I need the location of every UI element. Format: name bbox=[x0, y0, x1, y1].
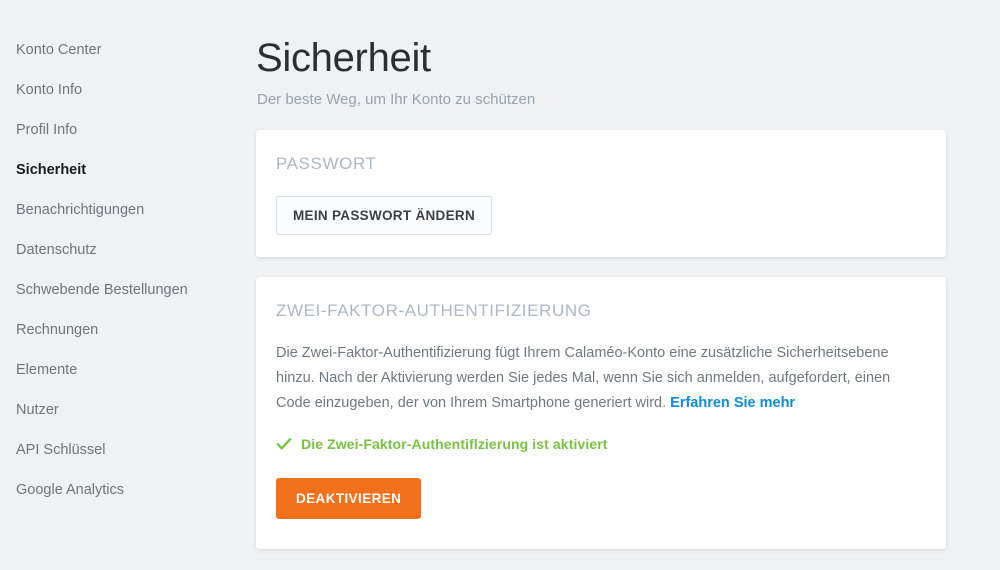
twofa-status-text: Die Zwei-Faktor-Authentiflzierung ist ak… bbox=[301, 436, 608, 452]
sidebar-item-google-analytics[interactable]: Google Analytics bbox=[0, 470, 245, 510]
sidebar-item-profil-info[interactable]: Profil Info bbox=[0, 110, 245, 150]
security-settings-page: Konto Center Konto Info Profil Info Sich… bbox=[0, 0, 1000, 570]
twofa-description-text: Die Zwei-Faktor-Authentifizierung fügt I… bbox=[276, 345, 891, 411]
sidebar-item-api-schluessel[interactable]: API Schlüssel bbox=[0, 430, 245, 470]
learn-more-link[interactable]: Erfahren Sie mehr bbox=[670, 395, 795, 411]
sidebar-item-benachrichtigungen[interactable]: Benachrichtigungen bbox=[0, 190, 245, 230]
page-subtitle: Der beste Weg, um Ihr Konto zu schützen bbox=[257, 91, 536, 108]
sidebar-item-rechnungen[interactable]: Rechnungen bbox=[0, 310, 245, 350]
sidebar-item-elemente[interactable]: Elemente bbox=[0, 350, 245, 390]
sidebar-item-sicherheit[interactable]: Sicherheit bbox=[0, 150, 245, 190]
main-content: Sicherheit Der beste Weg, um Ihr Konto z… bbox=[245, 0, 1000, 570]
sidebar-item-datenschutz[interactable]: Datenschutz bbox=[0, 230, 245, 270]
deactivate-twofa-button[interactable]: DEAKTIVIEREN bbox=[276, 478, 422, 519]
password-card-heading: PASSWORT bbox=[276, 154, 377, 173]
sidebar-item-schwebende-bestellungen[interactable]: Schwebende Bestellungen bbox=[0, 270, 245, 310]
twofa-description: Die Zwei-Faktor-Authentifizierung fügt I… bbox=[276, 341, 906, 416]
sidebar-item-konto-info[interactable]: Konto Info bbox=[0, 70, 245, 110]
password-card: PASSWORT MEIN PASSWORT ÄNDERN bbox=[256, 130, 946, 257]
sidebar-navigation: Konto Center Konto Info Profil Info Sich… bbox=[0, 0, 245, 570]
sidebar-item-konto-center[interactable]: Konto Center bbox=[0, 30, 245, 70]
twofa-card-heading: ZWEI-FAKTOR-AUTHENTIFIZIERUNG bbox=[276, 301, 592, 320]
twofa-status-row: Die Zwei-Faktor-Authentiflzierung ist ak… bbox=[276, 436, 926, 452]
sidebar-item-list: Konto Center Konto Info Profil Info Sich… bbox=[0, 30, 245, 510]
check-icon bbox=[276, 438, 292, 450]
two-factor-authentication-card: ZWEI-FAKTOR-AUTHENTIFIZIERUNG Die Zwei-F… bbox=[256, 277, 946, 549]
change-password-button[interactable]: MEIN PASSWORT ÄNDERN bbox=[276, 196, 493, 235]
sidebar-item-nutzer[interactable]: Nutzer bbox=[0, 390, 245, 430]
page-title: Sicherheit bbox=[256, 36, 431, 80]
